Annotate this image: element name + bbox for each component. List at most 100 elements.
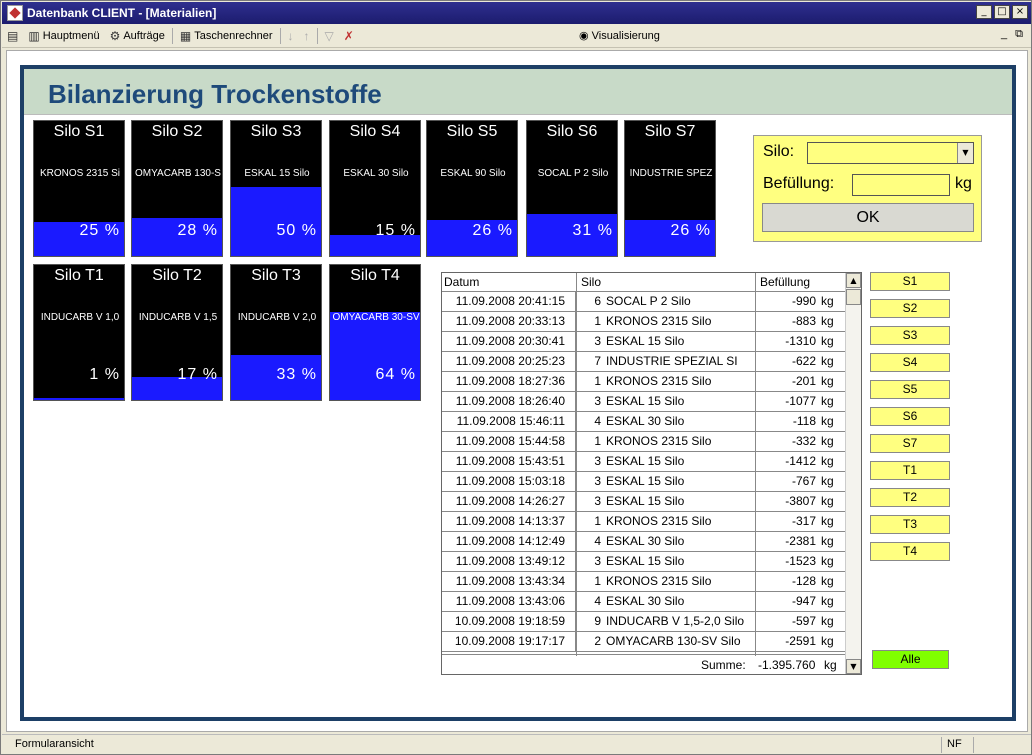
silo-t2[interactable]: Silo T2 INDUCARB V 1,5 17 % bbox=[131, 264, 223, 401]
table-row[interactable]: 11.09.2008 20:41:15 6 SOCAL P 2 Silo -990 kg bbox=[442, 292, 846, 312]
silo-material: OMYACARB 130-S bbox=[135, 168, 221, 179]
fill-amount-field[interactable] bbox=[852, 174, 950, 196]
table-row[interactable]: 11.09.2008 13:43:34 1 KRONOS 2315 Silo -128… bbox=[442, 572, 846, 592]
mdi-minimize-button[interactable]: _ bbox=[1001, 28, 1007, 41]
filter-button-s5[interactable]: S5 bbox=[870, 380, 950, 399]
visualisierung-button[interactable]: ◉ Visualisierung bbox=[579, 29, 660, 43]
table-row[interactable]: 11.09.2008 13:43:06 4 ESKAL 30 Silo -947 kg bbox=[442, 592, 846, 612]
hauptmenu-button[interactable]: ▥ Hauptmenü bbox=[23, 25, 104, 47]
filter-button-s7[interactable]: S7 bbox=[870, 434, 950, 453]
filter-button-s4[interactable]: S4 bbox=[870, 353, 950, 372]
silo-s7[interactable]: Silo S7 INDUSTRIE SPEZ 26 % bbox=[624, 120, 716, 257]
row-silo-name: ESKAL 15 Silo bbox=[606, 334, 685, 348]
sort-desc-button[interactable]: ↑ bbox=[299, 25, 315, 47]
silo-t3[interactable]: Silo T3 INDUCARB V 2,0 33 % bbox=[230, 264, 322, 401]
row-silo-name: ESKAL 15 Silo bbox=[606, 474, 685, 488]
column-header-date: Datum bbox=[444, 275, 480, 289]
table-row[interactable]: 11.09.2008 14:12:49 4 ESKAL 30 Silo -2381 kg bbox=[442, 532, 846, 552]
ok-button[interactable]: OK bbox=[762, 203, 974, 232]
table-row[interactable]: 11.09.2008 15:44:58 1 KRONOS 2315 Silo -332… bbox=[442, 432, 846, 452]
row-unit: kg bbox=[821, 434, 834, 448]
filter-button-t4[interactable]: T4 bbox=[870, 542, 950, 561]
row-unit: kg bbox=[821, 494, 834, 508]
table-row[interactable]: 11.09.2008 20:25:23 7 INDUSTRIE SPEZIAL SI… bbox=[442, 352, 846, 372]
row-unit: kg bbox=[821, 534, 834, 548]
form-view-button[interactable]: ▤ bbox=[2, 25, 23, 47]
table-row[interactable]: 11.09.2008 15:43:51 3 ESKAL 15 Silo -1412 kg bbox=[442, 452, 846, 472]
table-row[interactable]: 10.09.2008 19:17:17 2 OMYACARB 130-SV Silo… bbox=[442, 632, 846, 652]
visualisierung-label: Visualisierung bbox=[591, 29, 660, 42]
silo-t4[interactable]: Silo T4 OMYACARB 30-SV 64 % bbox=[329, 264, 421, 401]
silo-percent: 26 % bbox=[472, 222, 513, 239]
mdi-restore-button[interactable]: ⧉ bbox=[1015, 28, 1023, 41]
row-silo-number: 6 bbox=[594, 294, 601, 308]
form-client-area: Bilanzierung Trockenstoffe Silo S1 KRONOS… bbox=[6, 50, 1028, 732]
table-row[interactable]: 11.09.2008 20:33:13 1 KRONOS 2315 Silo -883… bbox=[442, 312, 846, 332]
filter-button-s1[interactable]: S1 bbox=[870, 272, 950, 291]
filter-button-t2[interactable]: T2 bbox=[870, 488, 950, 507]
row-silo-name: SOCAL P 2 Silo bbox=[606, 294, 691, 308]
chevron-down-icon[interactable]: ▼ bbox=[957, 143, 973, 163]
row-silo-number: 1 bbox=[594, 514, 601, 528]
row-date: 11.09.2008 13:49:12 bbox=[442, 552, 576, 571]
taschenrechner-button[interactable]: ▦ Taschenrechner bbox=[175, 25, 278, 47]
row-silo-name: KRONOS 2315 Silo bbox=[606, 514, 712, 528]
row-silo-name: KRONOS 2315 Silo bbox=[606, 434, 712, 448]
maximize-button[interactable]: □ bbox=[994, 5, 1010, 19]
table-row[interactable]: 11.09.2008 18:27:36 1 KRONOS 2315 Silo -201… bbox=[442, 372, 846, 392]
table-row[interactable]: 11.09.2008 14:26:27 3 ESKAL 15 Silo -3807 kg bbox=[442, 492, 846, 512]
scroll-thumb[interactable] bbox=[846, 289, 861, 305]
silo-select[interactable]: ▼ bbox=[807, 142, 974, 164]
silo-t1[interactable]: Silo T1 INDUCARB V 1,0 1 % bbox=[33, 264, 125, 401]
table-row[interactable]: 11.09.2008 13:49:12 3 ESKAL 15 Silo -1523 kg bbox=[442, 552, 846, 572]
close-button[interactable]: × bbox=[1012, 5, 1028, 19]
silo-s6[interactable]: Silo S6 SOCAL P 2 Silo 31 % bbox=[526, 120, 618, 257]
filter-button-s6[interactable]: S6 bbox=[870, 407, 950, 426]
menu-icon: ▥ bbox=[28, 28, 40, 43]
scroll-down-icon[interactable]: ▼ bbox=[846, 659, 861, 674]
auftraege-label: Aufträge bbox=[123, 29, 165, 42]
table-row[interactable]: 11.09.2008 15:46:11 4 ESKAL 30 Silo -118 kg bbox=[442, 412, 846, 432]
silo-percent: 1 % bbox=[89, 366, 120, 383]
table-row[interactable]: 11.09.2008 15:03:18 3 ESKAL 15 Silo -767 kg bbox=[442, 472, 846, 492]
silo-s1[interactable]: Silo S1 KRONOS 2315 Si 25 % bbox=[33, 120, 125, 257]
filter-button-alle[interactable]: Alle bbox=[872, 650, 949, 669]
title-bar: Datenbank CLIENT - [Materialien] _ □ × bbox=[2, 2, 1031, 24]
table-row[interactable]: 11.09.2008 20:30:41 3 ESKAL 15 Silo -1310 kg bbox=[442, 332, 846, 352]
silo-s5[interactable]: Silo S5 ESKAL 90 Silo 26 % bbox=[426, 120, 518, 257]
auftraege-button[interactable]: ⚙ Aufträge bbox=[105, 25, 170, 47]
filter-button-s2[interactable]: S2 bbox=[870, 299, 950, 318]
sort-descending-icon: ↑ bbox=[303, 28, 310, 43]
row-amount: -1310 bbox=[785, 334, 816, 348]
filter-button-s3[interactable]: S3 bbox=[870, 326, 950, 345]
filter-button-t3[interactable]: T3 bbox=[870, 515, 950, 534]
silo-name: Silo T4 bbox=[350, 267, 400, 284]
column-header-amount: Befüllung bbox=[760, 275, 811, 289]
row-amount: -767 bbox=[791, 474, 816, 488]
silo-s2[interactable]: Silo S2 OMYACARB 130-S 28 % bbox=[131, 120, 223, 257]
eye-icon: ◉ bbox=[579, 30, 589, 42]
row-amount: -622 bbox=[791, 354, 816, 368]
row-amount: -990 bbox=[791, 294, 816, 308]
status-nf: NF bbox=[947, 738, 962, 750]
filter-button-t1[interactable]: T1 bbox=[870, 461, 950, 480]
minimize-button[interactable]: _ bbox=[976, 5, 992, 19]
row-silo-number: 3 bbox=[594, 394, 601, 408]
remove-filter-button[interactable]: ✗ bbox=[339, 25, 359, 47]
silo-percent: 15 % bbox=[375, 222, 416, 239]
table-scrollbar[interactable]: ▲ ▼ bbox=[845, 273, 861, 674]
sort-asc-button[interactable]: ↓ bbox=[283, 25, 299, 47]
silo-s3[interactable]: Silo S3 ESKAL 15 Silo 50 % bbox=[230, 120, 322, 257]
row-silo-number: 4 bbox=[594, 414, 601, 428]
filter-button[interactable]: ▽ bbox=[320, 25, 339, 47]
table-row[interactable]: 11.09.2008 18:26:40 3 ESKAL 15 Silo -1077 kg bbox=[442, 392, 846, 412]
table-row[interactable]: 10.09.2008 19:18:59 9 INDUCARB V 1,5-2,0 S… bbox=[442, 612, 846, 632]
silo-s4[interactable]: Silo S4 ESKAL 30 Silo 15 % bbox=[329, 120, 421, 257]
table-row[interactable]: 11.09.2008 14:13:37 1 KRONOS 2315 Silo -317… bbox=[442, 512, 846, 532]
silo-label: Silo: bbox=[763, 143, 795, 160]
filter-icon: ▽ bbox=[324, 28, 334, 43]
row-silo-number: 3 bbox=[594, 454, 601, 468]
row-silo-number: 2 bbox=[594, 634, 601, 648]
scroll-up-icon[interactable]: ▲ bbox=[846, 273, 861, 288]
row-unit: kg bbox=[821, 594, 834, 608]
